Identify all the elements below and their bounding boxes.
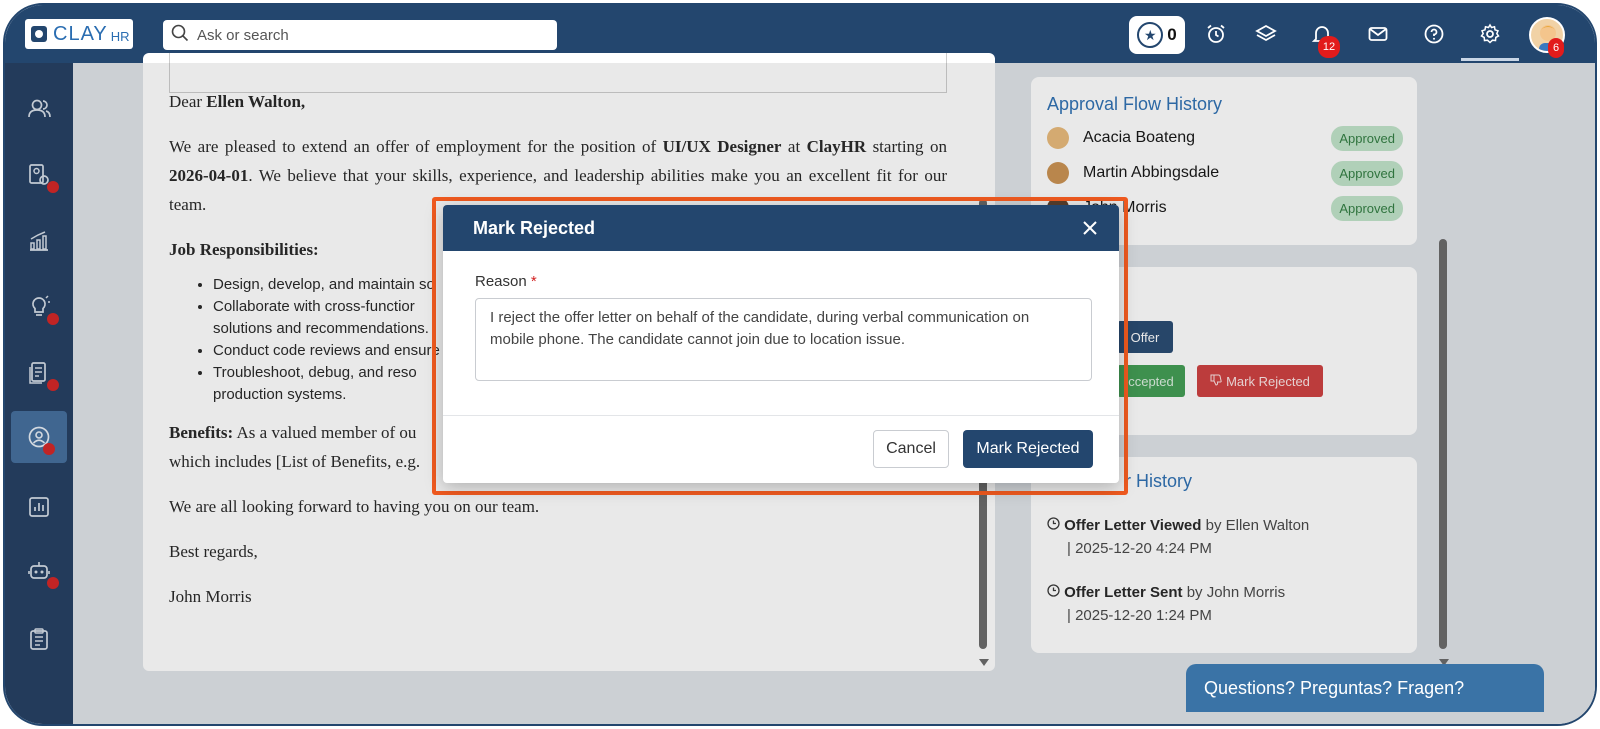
dialog-header: Mark Rejected — [443, 205, 1119, 251]
help-icon[interactable] — [1421, 21, 1447, 47]
active-tab-indicator — [1461, 58, 1519, 61]
mail-icon[interactable] — [1365, 21, 1391, 47]
reason-label-text: Reason — [475, 273, 527, 290]
mark-rejected-submit-button[interactable]: Mark Rejected — [963, 430, 1093, 468]
points-count: 0 — [1167, 25, 1177, 44]
logo-text: CLAY — [53, 22, 108, 45]
dialog-title: Mark Rejected — [473, 217, 596, 238]
alarm-clock-icon[interactable] — [1203, 21, 1229, 47]
reason-label: Reason * — [475, 273, 537, 290]
star-icon: ★ — [1137, 22, 1164, 48]
gear-icon[interactable] — [1477, 21, 1503, 47]
search-box[interactable] — [163, 20, 557, 50]
mark-rejected-dialog: Mark Rejected Reason * I reject the offe… — [443, 205, 1119, 483]
reason-textarea[interactable]: I reject the offer letter on behalf of t… — [475, 298, 1092, 381]
logo-mark-icon — [31, 26, 47, 42]
required-marker: * — [530, 273, 537, 290]
points-button[interactable]: ★ 0 — [1129, 16, 1185, 54]
notification-badge: 12 — [1318, 36, 1340, 58]
help-chat-bar[interactable]: Questions? Preguntas? Fragen? — [1186, 664, 1544, 712]
layers-icon[interactable] — [1253, 21, 1279, 47]
avatar-badge: 6 — [1548, 38, 1564, 58]
dialog-divider — [443, 415, 1119, 416]
cancel-button[interactable]: Cancel — [873, 430, 949, 468]
search-icon — [171, 24, 189, 47]
logo-suffix: HR — [110, 28, 130, 44]
clayhr-logo[interactable]: CLAY HR — [25, 19, 133, 49]
search-input[interactable] — [197, 26, 537, 44]
close-icon[interactable] — [1079, 217, 1101, 239]
